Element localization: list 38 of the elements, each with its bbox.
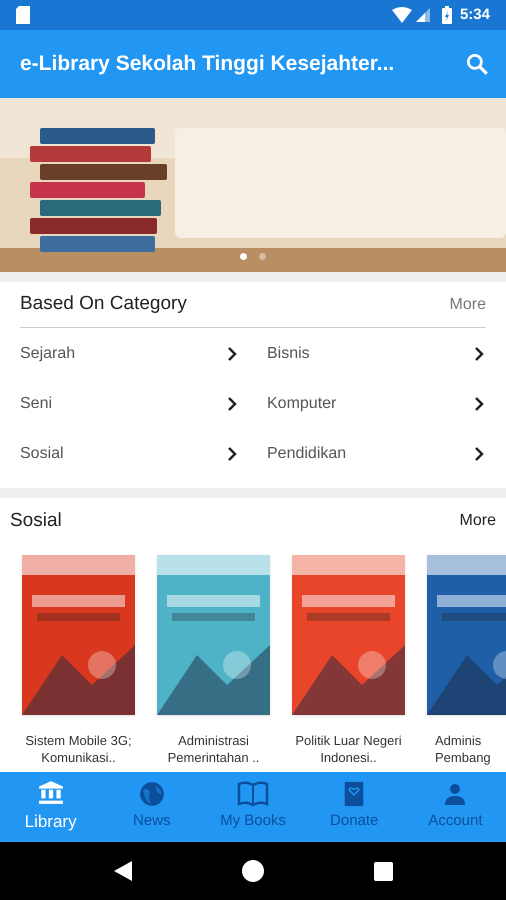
- signal-icon: [416, 8, 430, 22]
- chevron-right-icon: [474, 346, 484, 362]
- battery-icon: [442, 6, 452, 24]
- category-item[interactable]: Bisnis: [267, 329, 486, 379]
- book-title: Adminis Pembang: [435, 732, 492, 766]
- more-link[interactable]: More: [450, 292, 486, 316]
- clock: 5:34: [460, 4, 490, 25]
- chevron-right-icon: [474, 446, 484, 462]
- category-item[interactable]: Sosial: [20, 429, 239, 479]
- sd-card-icon: [16, 6, 30, 24]
- section-title: Sosial: [10, 508, 63, 533]
- chevron-right-icon: [227, 446, 237, 462]
- category-item[interactable]: Komputer: [267, 379, 486, 429]
- globe-icon: [138, 781, 165, 808]
- search-icon[interactable]: [464, 51, 490, 77]
- wifi-icon: [392, 7, 412, 23]
- book-icon: [237, 781, 269, 808]
- book-title: Administrasi Pemerintahan ..: [166, 732, 260, 766]
- bank-icon: [38, 780, 64, 806]
- more-link[interactable]: More: [460, 509, 496, 533]
- book-item[interactable]: Administrasi Pemerintahan ..: [157, 555, 270, 766]
- back-icon[interactable]: [114, 861, 132, 881]
- book-item[interactable]: Adminis Pembang: [427, 555, 506, 766]
- book-title: Sistem Mobile 3G; Komunikasi..: [24, 732, 133, 766]
- category-item[interactable]: Seni: [20, 379, 239, 429]
- category-item[interactable]: Pendidikan: [267, 429, 486, 479]
- category-item[interactable]: Sejarah: [20, 329, 239, 379]
- book-item[interactable]: Sistem Mobile 3G; Komunikasi..: [22, 555, 135, 766]
- chevron-right-icon: [227, 396, 237, 412]
- home-icon[interactable]: [242, 860, 264, 882]
- book-title: Politik Luar Negeri Indonesi..: [294, 732, 403, 766]
- recents-icon[interactable]: [374, 862, 392, 880]
- app-title: e-Library Sekolah Tinggi Kesejahter...: [20, 51, 396, 78]
- book-item[interactable]: Politik Luar Negeri Indonesi..: [292, 555, 405, 766]
- chevron-right-icon: [474, 396, 484, 412]
- section-title: Based On Category: [20, 292, 188, 316]
- chevron-right-icon: [227, 346, 237, 362]
- person-icon: [443, 781, 468, 808]
